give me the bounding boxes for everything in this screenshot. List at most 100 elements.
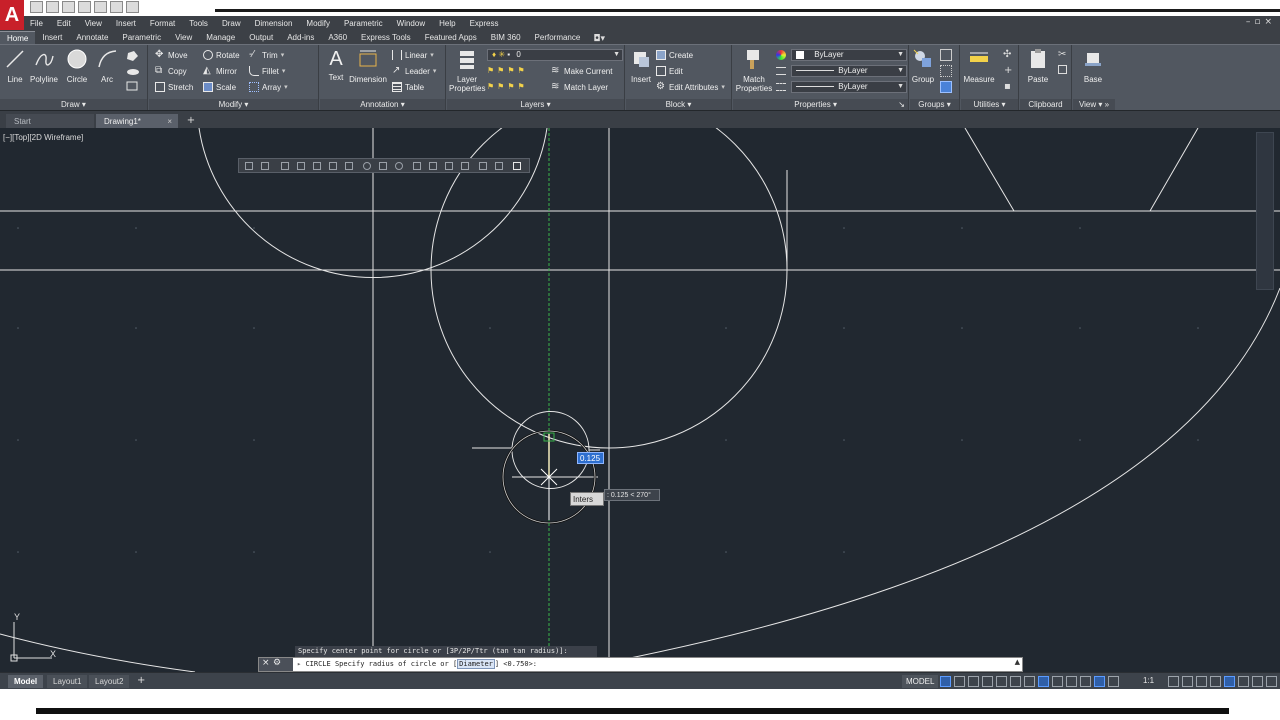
menu-format[interactable]: Format xyxy=(144,19,183,28)
toolbar-icon-2[interactable] xyxy=(261,162,269,170)
fillet-button[interactable]: Fillet ▾ xyxy=(249,66,285,76)
layer-dropdown[interactable]: ♦ ✳ ▪ 0 ▼ xyxy=(487,49,623,61)
layout1-tab[interactable]: Layout1 xyxy=(47,675,88,688)
toolbar-icon-11[interactable] xyxy=(461,162,469,170)
navigation-bar[interactable] xyxy=(1256,132,1274,290)
ribbon-minimize-icon[interactable]: ◘▾ xyxy=(587,34,605,44)
array-button[interactable]: Array ▾ xyxy=(249,82,288,92)
isolate-objects-icon[interactable] xyxy=(1224,676,1235,687)
menu-file[interactable]: File xyxy=(24,19,51,28)
linear-button[interactable]: Linear ▾ xyxy=(392,50,434,60)
menu-express[interactable]: Express xyxy=(464,19,507,28)
command-history-toggle-icon[interactable]: ▲ xyxy=(1015,658,1020,666)
dynamic-input-field[interactable]: 0.125 xyxy=(577,452,604,464)
menu-window[interactable]: Window xyxy=(391,19,433,28)
polar-tracking-icon[interactable] xyxy=(996,676,1007,687)
polyline-button[interactable]: Polyline xyxy=(28,48,60,84)
toolbar-icon-6[interactable] xyxy=(329,162,337,170)
snap-center-icon[interactable] xyxy=(363,162,371,170)
command-line-grip[interactable]: × ⚙ xyxy=(259,658,293,671)
print-icon[interactable] xyxy=(94,1,107,13)
menu-tools[interactable]: Tools xyxy=(183,19,216,28)
edit-block-button[interactable]: Edit xyxy=(656,66,683,76)
table-button[interactable]: Table xyxy=(392,82,424,92)
lineweight-toggle-icon[interactable] xyxy=(1052,676,1063,687)
customization-menu-icon[interactable] xyxy=(1266,676,1277,687)
group-select-icon[interactable] xyxy=(940,81,952,93)
layout2-tab[interactable]: Layout2 xyxy=(89,675,130,688)
model-space-button[interactable]: MODEL xyxy=(902,675,939,688)
group-edit-icon[interactable] xyxy=(940,65,952,77)
annotation-visibility-icon[interactable] xyxy=(1094,676,1105,687)
mirror-button[interactable]: ◭ Mirror xyxy=(203,66,237,76)
cut-icon[interactable]: ✂ xyxy=(1058,49,1066,60)
match-layer-button[interactable]: ≋ Match Layer xyxy=(551,82,608,92)
toolbar-icon-10[interactable] xyxy=(445,162,453,170)
tab-a360[interactable]: A360 xyxy=(321,31,354,44)
copy-button[interactable]: ⧉ Copy xyxy=(155,66,187,76)
layer-properties-button[interactable]: Layer Properties xyxy=(449,48,485,93)
new-tab-icon[interactable]: + xyxy=(184,114,198,128)
menu-draw[interactable]: Draw xyxy=(216,19,249,28)
selection-cycling-icon[interactable] xyxy=(1080,676,1091,687)
menu-view[interactable]: View xyxy=(79,19,110,28)
text-button[interactable]: A Text xyxy=(323,48,349,82)
make-current-button[interactable]: ≋ Make Current xyxy=(551,66,612,76)
tab-output[interactable]: Output xyxy=(242,31,280,44)
snap-mode-icon[interactable] xyxy=(954,676,965,687)
new-file-icon[interactable] xyxy=(30,1,43,13)
save-as-icon[interactable] xyxy=(78,1,91,13)
close-icon[interactable]: × xyxy=(262,658,270,668)
edit-attributes-button[interactable]: ⚙ Edit Attributes ▾ xyxy=(656,82,725,92)
undo-icon[interactable] xyxy=(110,1,123,13)
arc-button[interactable]: Arc xyxy=(96,48,118,84)
tab-express-tools[interactable]: Express Tools xyxy=(354,31,418,44)
group-button[interactable]: Group xyxy=(910,48,936,84)
autocad-logo-icon[interactable]: A xyxy=(0,0,24,32)
object-snap-tracking-icon[interactable] xyxy=(1024,676,1035,687)
stretch-button[interactable]: Stretch xyxy=(155,82,193,92)
menu-parametric[interactable]: Parametric xyxy=(338,19,391,28)
dimension-button[interactable]: Dimension xyxy=(348,48,388,84)
window-controls-icon[interactable]: –▫× xyxy=(1246,17,1276,27)
insert-block-button[interactable]: Insert xyxy=(628,48,654,84)
toolbar-icon-4[interactable] xyxy=(297,162,305,170)
add-layout-icon[interactable]: + xyxy=(137,675,145,686)
color-dropdown[interactable]: ByLayer ▼ xyxy=(791,49,907,61)
model-tab[interactable]: Model xyxy=(8,675,44,688)
transparency-icon[interactable] xyxy=(1066,676,1077,687)
toolbar-icon-13[interactable] xyxy=(495,162,503,170)
create-block-button[interactable]: Create xyxy=(656,50,693,60)
tab-annotate[interactable]: Annotate xyxy=(69,31,115,44)
calculator-icon[interactable]: ✣ xyxy=(1003,49,1011,60)
draw-more-icons[interactable] xyxy=(124,51,146,91)
point-icon[interactable]: + xyxy=(1004,65,1012,76)
ortho-icon[interactable] xyxy=(968,676,979,687)
auto-scale-icon[interactable] xyxy=(1108,676,1119,687)
tab-parametric[interactable]: Parametric xyxy=(115,31,168,44)
measure-button[interactable]: Measure xyxy=(961,48,997,84)
infer-constraints-icon[interactable] xyxy=(982,676,993,687)
close-icon[interactable]: × xyxy=(167,114,172,129)
drawing1-tab[interactable]: Drawing1* × xyxy=(96,114,178,129)
snap-quadrant-icon[interactable] xyxy=(395,162,403,170)
toolbar-icon-3[interactable] xyxy=(281,162,289,170)
copy-clip-icon[interactable] xyxy=(1058,65,1067,74)
layer-tools-row2[interactable]: ⚑⚑⚑⚑ xyxy=(487,82,528,91)
tab-manage[interactable]: Manage xyxy=(199,31,242,44)
tab-add-ins[interactable]: Add-ins xyxy=(280,31,321,44)
floating-snap-toolbar[interactable] xyxy=(238,158,530,173)
annotation-monitor-icon[interactable] xyxy=(1182,676,1193,687)
line-button[interactable]: Line xyxy=(4,48,26,84)
customize-icon[interactable]: ⚙ xyxy=(273,658,281,668)
tab-performance[interactable]: Performance xyxy=(528,31,588,44)
tab-featured-apps[interactable]: Featured Apps xyxy=(418,31,484,44)
save-icon[interactable] xyxy=(62,1,75,13)
clean-screen-icon[interactable] xyxy=(1252,676,1263,687)
match-properties-button[interactable]: Match Properties xyxy=(735,48,773,93)
paste-button[interactable]: Paste xyxy=(1024,48,1052,84)
drawing-canvas[interactable]: [−][Top][2D Wireframe] 0.125 Inters : 0.… xyxy=(0,128,1280,672)
menu-edit[interactable]: Edit xyxy=(51,19,79,28)
menu-help[interactable]: Help xyxy=(433,19,463,28)
toolbar-icon-5[interactable] xyxy=(313,162,321,170)
